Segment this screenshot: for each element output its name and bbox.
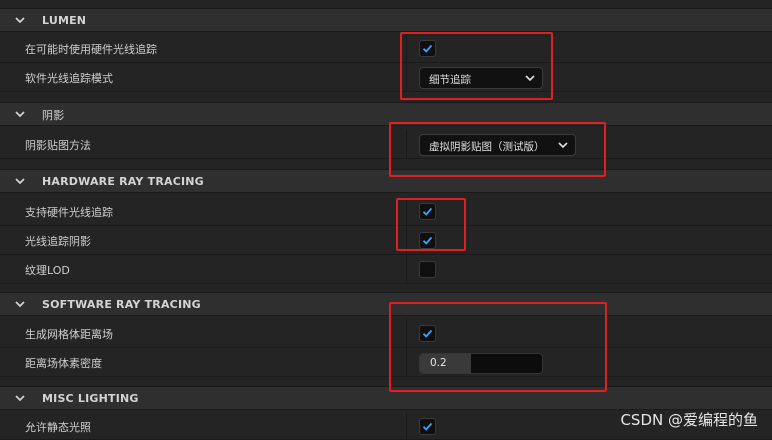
chevron-down-icon [15,111,25,118]
watermark-text: CSDN @爱编程的鱼 [620,411,758,429]
chevron-down-icon [15,395,25,402]
section-header-shadows[interactable]: 阴影 [0,102,772,126]
generate-mesh-df-checkbox[interactable] [419,325,436,342]
chevron-down-icon [15,301,25,308]
dropdown-value: 虚拟阴影贴图（测试版） [429,141,545,153]
chevron-down-icon [15,178,25,185]
chevron-down-icon [558,142,568,149]
property-label: 阴影贴图方法 [25,139,91,152]
row-df-voxel-density: 距离场体素密度 0.2 [0,348,772,377]
section-header-lumen[interactable]: LUMEN [0,8,772,32]
slider-value: 0.2 [430,357,447,369]
section-header-misc-lighting[interactable]: MISC LIGHTING [0,386,772,410]
dropdown-value: 细节追踪 [429,74,471,86]
checkmark-icon [422,422,433,431]
column-divider [406,130,407,158]
column-divider [406,34,407,62]
chevron-down-icon [15,17,25,24]
property-label: 在可能时使用硬件光线追踪 [25,43,157,56]
section-header-hardware-ray-tracing[interactable]: HARDWARE RAY TRACING [0,169,772,193]
column-divider [406,348,407,376]
checkmark-icon [422,329,433,338]
row-sw-rt-mode: 软件光线追踪模式 细节追踪 [0,63,772,92]
property-label: 光线追踪阴影 [25,235,91,248]
support-hw-rt-checkbox[interactable] [419,203,436,220]
row-rt-shadows: 光线追踪阴影 [0,226,772,255]
section-title: HARDWARE RAY TRACING [42,175,204,188]
property-label: 纹理LOD [25,264,70,277]
section-header-software-ray-tracing[interactable]: SOFTWARE RAY TRACING [0,292,772,316]
column-divider [406,255,407,283]
property-label: 允许静态光照 [25,421,91,434]
row-texture-lod: 纹理LOD [0,255,772,284]
section-title: MISC LIGHTING [42,392,139,405]
texture-lod-checkbox[interactable] [419,261,436,278]
section-title: LUMEN [42,14,87,27]
property-label: 支持硬件光线追踪 [25,206,113,219]
section-title: SOFTWARE RAY TRACING [42,298,201,311]
df-voxel-density-slider[interactable]: 0.2 [419,353,543,374]
column-divider [406,226,407,254]
property-label: 距离场体素密度 [25,357,102,370]
column-divider [406,412,407,439]
allow-static-lighting-checkbox[interactable] [419,418,436,435]
shadow-map-method-dropdown[interactable]: 虚拟阴影贴图（测试版） [419,134,576,156]
row-use-hw-rt-when-available: 在可能时使用硬件光线追踪 [0,34,772,63]
checkmark-icon [422,236,433,245]
row-generate-mesh-df: 生成网格体距离场 [0,319,772,348]
checkmark-icon [422,207,433,216]
sw-rt-mode-dropdown[interactable]: 细节追踪 [419,67,543,89]
property-label: 软件光线追踪模式 [25,72,113,85]
column-divider [406,319,407,347]
checkmark-icon [422,44,433,53]
use-hw-rt-checkbox[interactable] [419,40,436,57]
row-support-hw-rt: 支持硬件光线追踪 [0,197,772,226]
column-divider [406,197,407,225]
rt-shadows-checkbox[interactable] [419,232,436,249]
property-label: 生成网格体距离场 [25,328,113,341]
row-shadow-map-method: 阴影贴图方法 虚拟阴影贴图（测试版） [0,130,772,159]
column-divider [406,63,407,91]
chevron-down-icon [525,75,535,82]
section-title: 阴影 [42,109,65,122]
